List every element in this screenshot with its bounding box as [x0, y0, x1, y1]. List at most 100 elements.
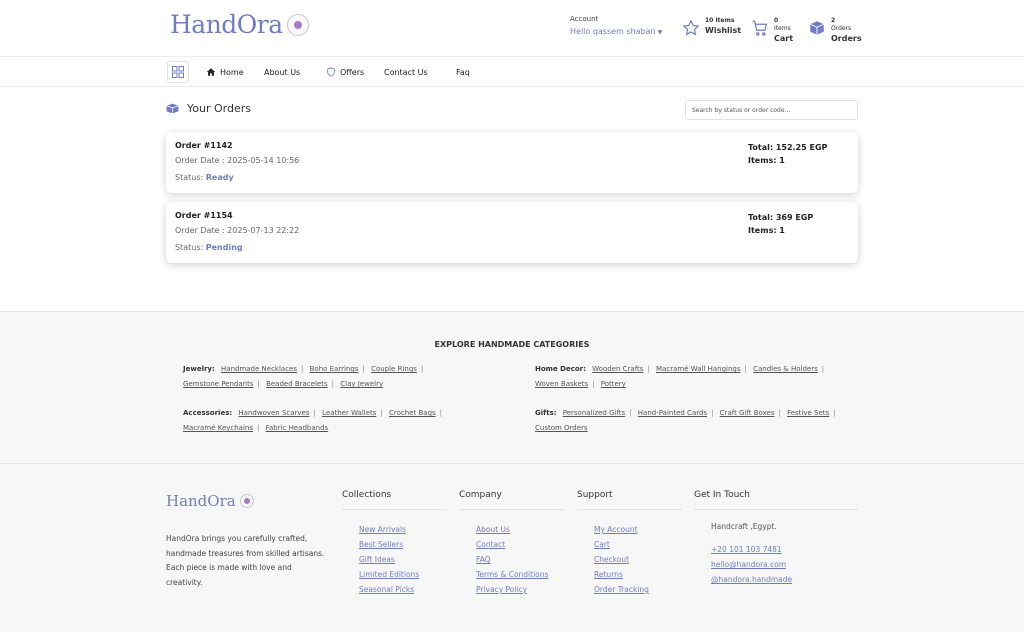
logo-emblem-icon — [286, 13, 309, 36]
orders-sub: Orders — [831, 25, 852, 32]
category-link[interactable]: Handmade Necklaces — [221, 365, 297, 373]
nav-item-about[interactable]: About Us — [264, 57, 300, 87]
orders-count: 2 — [831, 17, 836, 24]
cart-link[interactable]: 0 Items Cart — [751, 17, 793, 44]
footer-column-company: Company About Us Contact FAQ Terms & Con… — [459, 490, 564, 597]
category-link[interactable]: Personalized Gifts — [563, 409, 625, 417]
order-number: Order #1142 — [175, 141, 233, 150]
footer-link[interactable]: Cart — [594, 540, 610, 549]
category-link[interactable]: Craft Gift Boxes — [720, 409, 775, 417]
footer-link[interactable]: Seasonal Picks — [359, 585, 414, 594]
order-items: Items: 1 — [748, 226, 785, 235]
nav-item-label: Offers — [340, 67, 365, 77]
status-label: Status: — [175, 173, 204, 182]
categories-grid-button[interactable] — [167, 61, 189, 83]
footer-column-title: Collections — [342, 490, 447, 510]
order-total: Total: 152.25 EGP — [748, 143, 828, 152]
nav-item-faq[interactable]: Faq — [456, 57, 470, 87]
order-number: Order #1154 — [175, 211, 233, 220]
footer-description: HandOra brings you carefully crafted, ha… — [166, 534, 325, 587]
orders-link[interactable]: 2 Orders Orders — [808, 17, 862, 44]
footer-link[interactable]: Best Sellers — [359, 540, 403, 549]
caret-down-icon: ▼ — [657, 29, 663, 36]
category-group-jewelry: Jewelry: Handmade Necklaces | Boho Earrin… — [183, 365, 424, 388]
home-icon — [206, 68, 216, 76]
category-link[interactable]: Custom Orders — [535, 424, 588, 432]
category-name: Home Decor: — [535, 365, 586, 373]
contact-phone-link[interactable]: +20 101 103 7481 — [711, 545, 782, 554]
order-search-input[interactable] — [685, 100, 858, 120]
footer-column-support: Support My Account Cart Checkout Returns… — [577, 490, 682, 597]
category-link[interactable]: Wooden Crafts — [592, 365, 643, 373]
contact-email-link[interactable]: hello@handora.com — [711, 560, 786, 569]
shield-icon — [327, 67, 335, 77]
main-nav: Home About Us Offers Contact Us Faq — [0, 57, 1024, 87]
wishlist-link[interactable]: 10 Items Wishlist — [682, 17, 741, 37]
category-link[interactable]: Clay Jewelry — [340, 380, 383, 388]
contact-social-link[interactable]: @handora.handmade — [711, 575, 792, 584]
footer-link[interactable]: Privacy Policy — [476, 585, 527, 594]
footer-link[interactable]: Gift Ideas — [359, 555, 395, 564]
category-link[interactable]: Candles & Holders — [753, 365, 818, 373]
brand-name: HandOra — [166, 492, 236, 510]
category-link[interactable]: Couple Rings — [371, 365, 417, 373]
account-menu[interactable]: Account Hello qassem shaban ▼ — [570, 15, 662, 36]
category-link[interactable]: Woven Baskets — [535, 380, 588, 388]
category-link[interactable]: Beaded Bracelets — [266, 380, 328, 388]
site-header: HandOra Account Hello qassem shaban ▼ 10 … — [0, 0, 1024, 57]
brand-logo[interactable]: HandOra — [170, 10, 309, 39]
category-link[interactable]: Boho Earrings — [310, 365, 359, 373]
site-footer: HandOra HandOra brings you carefully cra… — [0, 464, 1024, 632]
category-link[interactable]: Hand-Painted Cards — [638, 409, 707, 417]
category-link[interactable]: Handwoven Scarves — [238, 409, 309, 417]
footer-link[interactable]: Terms & Conditions — [476, 570, 548, 579]
footer-link[interactable]: New Arrivals — [359, 525, 406, 534]
wishlist-label: Wishlist — [705, 26, 742, 35]
status-badge: Ready — [205, 173, 234, 182]
nav-item-label: Contact Us — [384, 67, 428, 77]
order-card[interactable]: Order #1142 Order Date : 2025-05-14 10:5… — [166, 132, 858, 193]
footer-column-collections: Collections New Arrivals Best Sellers Gi… — [342, 490, 447, 597]
category-link[interactable]: Macramé Keychains — [183, 424, 253, 432]
contact-location: Handcraft ,Egypt. — [711, 522, 777, 531]
category-name: Jewelry: — [183, 365, 215, 373]
footer-link[interactable]: Order Tracking — [594, 585, 649, 594]
footer-link[interactable]: Returns — [594, 570, 623, 579]
footer-link[interactable]: Contact — [476, 540, 505, 549]
footer-column-title: Get In Touch — [694, 490, 858, 510]
status-label: Status: — [175, 243, 204, 252]
nav-item-contact[interactable]: Contact Us — [384, 57, 428, 87]
star-icon — [682, 19, 700, 36]
category-group-accessories: Accessories: Handwoven Scarves | Leather … — [183, 409, 443, 432]
footer-link[interactable]: My Account — [594, 525, 638, 534]
category-group-home-decor: Home Decor: Wooden Crafts | Macramé Wall … — [535, 365, 825, 388]
order-card[interactable]: Order #1154 Order Date : 2025-07-13 22:2… — [166, 202, 858, 263]
nav-item-offers[interactable]: Offers — [326, 57, 364, 87]
category-link[interactable]: Leather Wallets — [322, 409, 376, 417]
orders-label: Orders — [831, 34, 862, 43]
box-icon — [166, 103, 179, 114]
categories-section: EXPLORE HANDMADE CATEGORIES Jewelry: Han… — [0, 311, 1024, 464]
category-link[interactable]: Macramé Wall Hangings — [656, 365, 740, 373]
category-name: Accessories: — [183, 409, 233, 417]
footer-link[interactable]: FAQ — [476, 555, 491, 564]
cart-count: 0 — [774, 17, 779, 24]
category-link[interactable]: Fabric Headbands — [266, 424, 329, 432]
footer-link[interactable]: Limited Editions — [359, 570, 419, 579]
order-total: Total: 369 EGP — [748, 213, 814, 222]
brand-name: HandOra — [170, 10, 283, 39]
nav-item-home[interactable]: Home — [206, 57, 244, 87]
category-link[interactable]: Pottery — [601, 380, 626, 388]
footer-link[interactable]: About Us — [476, 525, 510, 534]
status-badge: Pending — [205, 243, 243, 252]
footer-logo[interactable]: HandOra — [166, 492, 254, 510]
cart-icon — [752, 20, 768, 36]
account-label: Account — [570, 15, 599, 23]
footer-link[interactable]: Checkout — [594, 555, 629, 564]
cart-label: Cart — [774, 34, 794, 43]
order-date: Order Date : 2025-07-13 22:22 — [175, 226, 300, 235]
category-link[interactable]: Festive Sets — [787, 409, 829, 417]
category-link[interactable]: Crochet Bags — [389, 409, 436, 417]
categories-title: EXPLORE HANDMADE CATEGORIES — [434, 340, 590, 349]
category-link[interactable]: Gemstone Pendants — [183, 380, 253, 388]
